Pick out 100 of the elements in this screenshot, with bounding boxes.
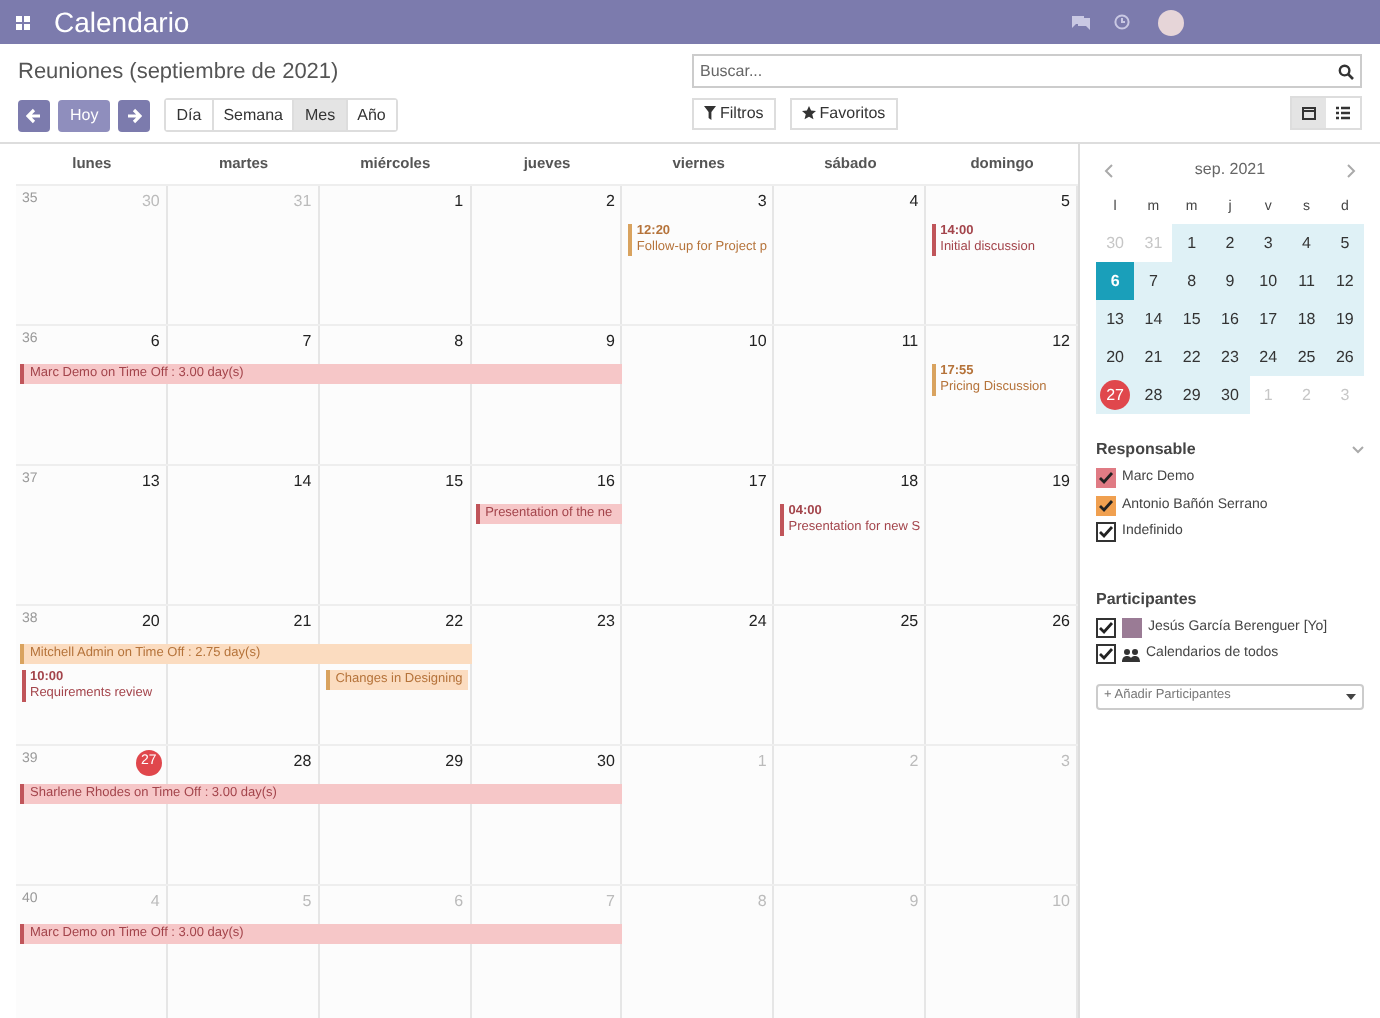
- checkbox[interactable]: [1096, 468, 1116, 489]
- mini-day-cell[interactable]: 26: [1325, 338, 1364, 376]
- mini-day-cell[interactable]: 12: [1325, 262, 1364, 300]
- day-number[interactable]: 20: [141, 610, 160, 632]
- calendar-view-button[interactable]: [1292, 98, 1326, 128]
- day-number[interactable]: 11: [901, 330, 919, 352]
- mini-day-cell[interactable]: 22: [1172, 338, 1211, 376]
- mini-day-cell[interactable]: 5: [1325, 224, 1364, 262]
- day-number[interactable]: 25: [900, 610, 919, 632]
- day-number[interactable]: 24: [748, 610, 767, 632]
- chat-icon[interactable]: [1072, 14, 1090, 30]
- filters-button[interactable]: Filtros: [692, 97, 776, 129]
- chevron-right-icon[interactable]: [1345, 163, 1356, 177]
- mini-day-number: 9: [1225, 269, 1235, 293]
- mini-day-number: 13: [1106, 307, 1125, 331]
- mini-day-number: 26: [1335, 345, 1354, 369]
- scale-tab[interactable]: Mes: [292, 100, 346, 130]
- day-number[interactable]: 6: [150, 330, 160, 352]
- mini-day-number: 2: [1225, 231, 1235, 255]
- checkbox[interactable]: [1096, 617, 1116, 638]
- day-number[interactable]: 30: [597, 750, 615, 772]
- mini-day-cell[interactable]: 7: [1134, 262, 1173, 300]
- day-number[interactable]: 12: [1052, 330, 1070, 352]
- mini-day-number: 16: [1221, 307, 1239, 331]
- mini-day-number: 18: [1297, 307, 1316, 331]
- mini-day-number: 1: [1187, 231, 1197, 255]
- day-number[interactable]: 23: [597, 610, 615, 632]
- checkbox[interactable]: [1096, 495, 1116, 516]
- next-button[interactable]: [118, 99, 151, 131]
- mini-day-cell[interactable]: 29: [1172, 376, 1211, 414]
- day-number[interactable]: 14: [293, 470, 312, 492]
- calendar-icon: [1302, 106, 1316, 120]
- day-number[interactable]: 16: [597, 470, 615, 492]
- mini-day-number: 21: [1144, 345, 1163, 369]
- mini-day-cell[interactable]: 20: [1096, 338, 1135, 376]
- checkbox[interactable]: [1096, 644, 1116, 665]
- chevron-left-icon[interactable]: [1104, 163, 1114, 177]
- day-number[interactable]: 5: [1061, 190, 1070, 212]
- favorites-button[interactable]: Favoritos: [789, 97, 898, 129]
- mini-day-cell[interactable]: 25: [1287, 338, 1326, 376]
- mini-day-cell[interactable]: 30: [1210, 376, 1250, 414]
- mini-day-cell[interactable]: 1: [1172, 224, 1211, 262]
- mini-day-cell[interactable]: 23: [1210, 338, 1250, 376]
- day-number[interactable]: 2: [605, 190, 615, 212]
- day-number[interactable]: 26: [1052, 610, 1070, 632]
- day-number[interactable]: 22: [445, 610, 464, 632]
- checkbox[interactable]: [1096, 522, 1116, 543]
- mini-day-cell[interactable]: 4: [1287, 224, 1326, 262]
- chevron-down-icon[interactable]: [1352, 446, 1364, 454]
- mini-day-cell[interactable]: 16: [1210, 300, 1250, 338]
- mini-day-cell[interactable]: 13: [1096, 300, 1135, 338]
- scale-tab[interactable]: Año: [345, 100, 396, 130]
- mini-day-number: 17: [1259, 307, 1278, 331]
- mini-day-cell[interactable]: 14: [1134, 300, 1173, 338]
- mini-day-cell[interactable]: 8: [1172, 262, 1211, 300]
- search-icon[interactable]: [1338, 63, 1354, 79]
- mini-day-number: 29: [1182, 383, 1201, 407]
- search-field[interactable]: Buscar...: [692, 54, 1362, 88]
- mini-day-cell[interactable]: 24: [1249, 338, 1288, 376]
- day-number[interactable]: 1: [454, 190, 464, 212]
- day-number[interactable]: 4: [909, 190, 919, 212]
- avatar[interactable]: [1158, 9, 1184, 35]
- day-number[interactable]: 13: [141, 470, 160, 492]
- section-title: Responsable: [1096, 438, 1196, 462]
- mini-day-cell[interactable]: 19: [1325, 300, 1364, 338]
- mini-day-number: 12: [1335, 269, 1354, 293]
- mini-day-cell[interactable]: 9: [1210, 262, 1250, 300]
- clock-icon[interactable]: [1114, 14, 1130, 30]
- mini-day-number: 14: [1144, 307, 1163, 331]
- mini-day-cell[interactable]: 10: [1249, 262, 1288, 300]
- day-number[interactable]: 15: [445, 470, 464, 492]
- section-title: Participantes: [1096, 587, 1199, 611]
- avatar: [1122, 617, 1142, 638]
- mini-day-cell[interactable]: 17: [1249, 300, 1288, 338]
- day-number[interactable]: 21: [293, 610, 312, 632]
- mini-day-cell[interactable]: 28: [1134, 376, 1173, 414]
- mini-day-number: 28: [1144, 383, 1163, 407]
- funnel-icon: [704, 106, 716, 120]
- mini-day-cell[interactable]: 11: [1287, 262, 1326, 300]
- mini-day-cell[interactable]: 21: [1134, 338, 1173, 376]
- previous-button[interactable]: [18, 99, 50, 131]
- day-number[interactable]: 7: [302, 330, 312, 352]
- day-number[interactable]: 8: [454, 330, 464, 352]
- apps-grid-icon[interactable]: [16, 15, 30, 29]
- day-number[interactable]: 9: [605, 330, 615, 352]
- mini-day-cell[interactable]: 18: [1287, 300, 1326, 338]
- mini-day-cell[interactable]: 15: [1172, 300, 1211, 338]
- day-number[interactable]: 29: [445, 750, 464, 772]
- mini-day-number: 19: [1335, 307, 1354, 331]
- mini-day-cell[interactable]: 3: [1249, 224, 1288, 262]
- day-number[interactable]: 10: [748, 330, 767, 352]
- mini-day-number: 7: [1148, 269, 1158, 293]
- mini-day-number: 31: [1144, 231, 1163, 255]
- day-number[interactable]: 3: [757, 190, 767, 212]
- day-number[interactable]: 17: [748, 470, 767, 492]
- mini-day-cell[interactable]: 2: [1210, 224, 1250, 262]
- day-number[interactable]: 28: [293, 750, 312, 772]
- day-number[interactable]: 19: [1052, 470, 1070, 492]
- mini-day-number: 2: [1302, 383, 1311, 407]
- day-number[interactable]: 18: [900, 470, 919, 492]
